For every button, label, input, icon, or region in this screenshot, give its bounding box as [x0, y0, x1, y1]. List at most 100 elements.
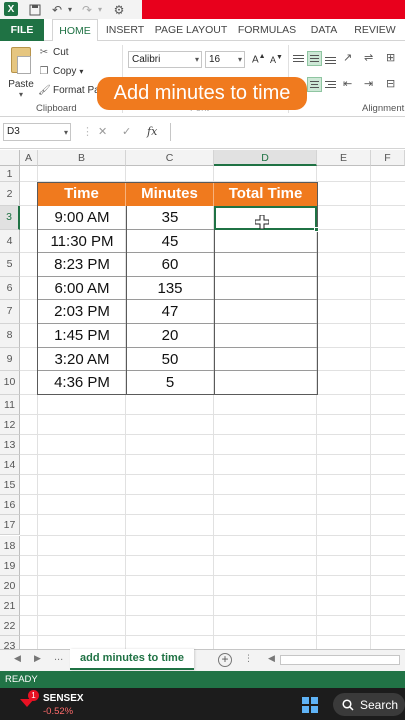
horizontal-scrollbar[interactable] — [280, 655, 400, 665]
font-name-select[interactable]: Calibri ▾ — [128, 51, 202, 68]
row-header-1[interactable]: 1 — [0, 166, 20, 182]
tab-formulas[interactable]: FORMULAS — [236, 19, 298, 41]
align-top-button[interactable] — [291, 51, 306, 66]
merge-center-icon[interactable]: ⊞ — [386, 51, 395, 64]
row-header-8[interactable]: 8 — [0, 324, 20, 348]
next-sheet-icon[interactable]: ▶ — [34, 653, 41, 664]
align-right-button[interactable] — [323, 77, 338, 92]
align-bottom-button[interactable] — [323, 53, 338, 68]
row-header-9[interactable]: 9 — [0, 347, 20, 372]
name-box-value: D3 — [7, 126, 20, 137]
cut-button[interactable]: ✂ Cut — [38, 45, 69, 60]
column-header-c[interactable]: C — [126, 150, 214, 166]
table-divider — [126, 206, 127, 395]
decrease-font-size-button[interactable]: A▼ — [270, 54, 283, 65]
sheet-overflow[interactable]: ... — [54, 651, 63, 663]
font-size-select[interactable]: 16 ▾ — [205, 51, 245, 68]
row-header-4[interactable]: 4 — [0, 229, 20, 254]
formula-input[interactable] — [170, 123, 405, 141]
merge-center-icon[interactable]: ⊟ — [386, 77, 395, 90]
row-header-16[interactable]: 16 — [0, 495, 20, 516]
clipboard-icon — [11, 47, 31, 74]
row-header-2[interactable]: 2 — [0, 182, 20, 206]
paintbrush-icon: 🖌 — [38, 85, 51, 96]
column-header-f[interactable]: F — [371, 150, 405, 166]
decrease-indent-icon[interactable]: ⇤ — [343, 77, 352, 90]
row-header-19[interactable]: 19 — [0, 555, 20, 576]
row-header-18[interactable]: 18 — [0, 535, 20, 556]
increase-font-size-button[interactable]: A▲ — [252, 53, 266, 65]
increase-font-size-label: A — [252, 54, 259, 66]
row-header-15[interactable]: 15 — [0, 475, 20, 496]
notification-badge: 1 — [28, 690, 39, 701]
alignment-group-label: Alignment — [362, 103, 405, 114]
more-icon: ⋮ — [82, 126, 93, 138]
row-header-21[interactable]: 21 — [0, 595, 20, 616]
redo-dropdown-icon[interactable]: ▾ — [96, 2, 104, 17]
row-header-3[interactable]: 3 — [0, 206, 20, 230]
row-header-7[interactable]: 7 — [0, 300, 20, 324]
save-icon[interactable] — [28, 2, 42, 17]
fill-handle[interactable] — [314, 227, 319, 232]
tab-review[interactable]: REVIEW — [350, 19, 400, 41]
row-header-14[interactable]: 14 — [0, 455, 20, 476]
cancel-icon[interactable]: ✕ — [98, 123, 107, 141]
chevron-down-icon: ▾ — [79, 67, 84, 76]
orientation-icon[interactable]: ↗ — [343, 51, 352, 64]
cell-cursor-icon — [255, 215, 269, 229]
title-bar-accent — [142, 0, 405, 19]
chevron-down-icon: ▾ — [194, 55, 199, 64]
row-header-17[interactable]: 17 — [0, 515, 20, 536]
scroll-options-icon[interactable]: ⋮ — [244, 653, 253, 664]
tab-file[interactable]: FILE — [0, 19, 44, 41]
tab-insert[interactable]: INSERT — [104, 19, 146, 41]
enter-icon[interactable]: ✓ — [122, 123, 131, 141]
row-header-10[interactable]: 10 — [0, 371, 20, 395]
align-middle-button[interactable] — [307, 51, 322, 66]
row-header-11[interactable]: 11 — [0, 394, 20, 415]
column-header-b[interactable]: B — [38, 150, 126, 166]
select-all-corner[interactable] — [0, 150, 20, 166]
font-name-value: Calibri — [132, 54, 161, 65]
paste-button[interactable]: Paste ▾ — [6, 47, 36, 105]
format-painter-button[interactable]: 🖌 Format Pa — [38, 83, 100, 98]
row-header-22[interactable]: 22 — [0, 615, 20, 636]
column-header-e[interactable]: E — [317, 150, 371, 166]
cut-label: Cut — [53, 47, 69, 58]
row-header-6[interactable]: 6 — [0, 276, 20, 301]
column-header-a[interactable]: A — [20, 150, 38, 166]
clipboard-group-label: Clipboard — [36, 103, 77, 114]
tab-home[interactable]: HOME — [52, 19, 98, 42]
prev-sheet-icon[interactable]: ◀ — [14, 653, 21, 664]
row-header-5[interactable]: 5 — [0, 253, 20, 277]
copy-button[interactable]: ❐ Copy ▾ — [38, 64, 84, 79]
insert-function-icon[interactable]: fx — [147, 123, 157, 141]
grid-line — [370, 166, 371, 650]
increase-indent-icon[interactable]: ⇥ — [364, 77, 373, 90]
taskbar-search[interactable]: Search — [333, 693, 405, 716]
name-box[interactable]: D3 ▾ — [3, 123, 71, 141]
row-header-20[interactable]: 20 — [0, 575, 20, 596]
taskbar: 1 SENSEX -0.52% Search — [0, 688, 405, 720]
ticker-change: -0.52% — [43, 706, 74, 717]
align-center-button[interactable] — [307, 77, 322, 92]
tab-page-layout[interactable]: PAGE LAYOUT — [154, 19, 228, 41]
undo-dropdown-icon[interactable]: ▾ — [66, 2, 74, 17]
wrap-text-icon[interactable]: ⇌ — [364, 51, 373, 64]
column-header-d[interactable]: D — [214, 150, 317, 166]
row-header-12[interactable]: 12 — [0, 414, 20, 435]
ticker-name[interactable]: SENSEX — [43, 693, 84, 704]
add-sheet-icon[interactable]: + — [218, 653, 232, 667]
copy-icon: ❐ — [39, 66, 49, 77]
sheet-tab-active[interactable]: add minutes to time — [70, 649, 194, 670]
paste-label: Paste — [8, 79, 34, 90]
redo-icon[interactable]: ↷ — [80, 2, 94, 17]
row-header-13[interactable]: 13 — [0, 435, 20, 456]
scroll-left-icon[interactable]: ◀ — [268, 653, 275, 664]
tab-data[interactable]: DATA — [306, 19, 342, 41]
undo-icon[interactable]: ↶ — [50, 2, 64, 17]
customize-quick-access-icon[interactable]: ⚙ — [112, 2, 126, 17]
video-caption: Add minutes to time — [97, 77, 307, 110]
windows-start-icon[interactable] — [302, 697, 318, 713]
search-label: Search — [360, 697, 399, 712]
